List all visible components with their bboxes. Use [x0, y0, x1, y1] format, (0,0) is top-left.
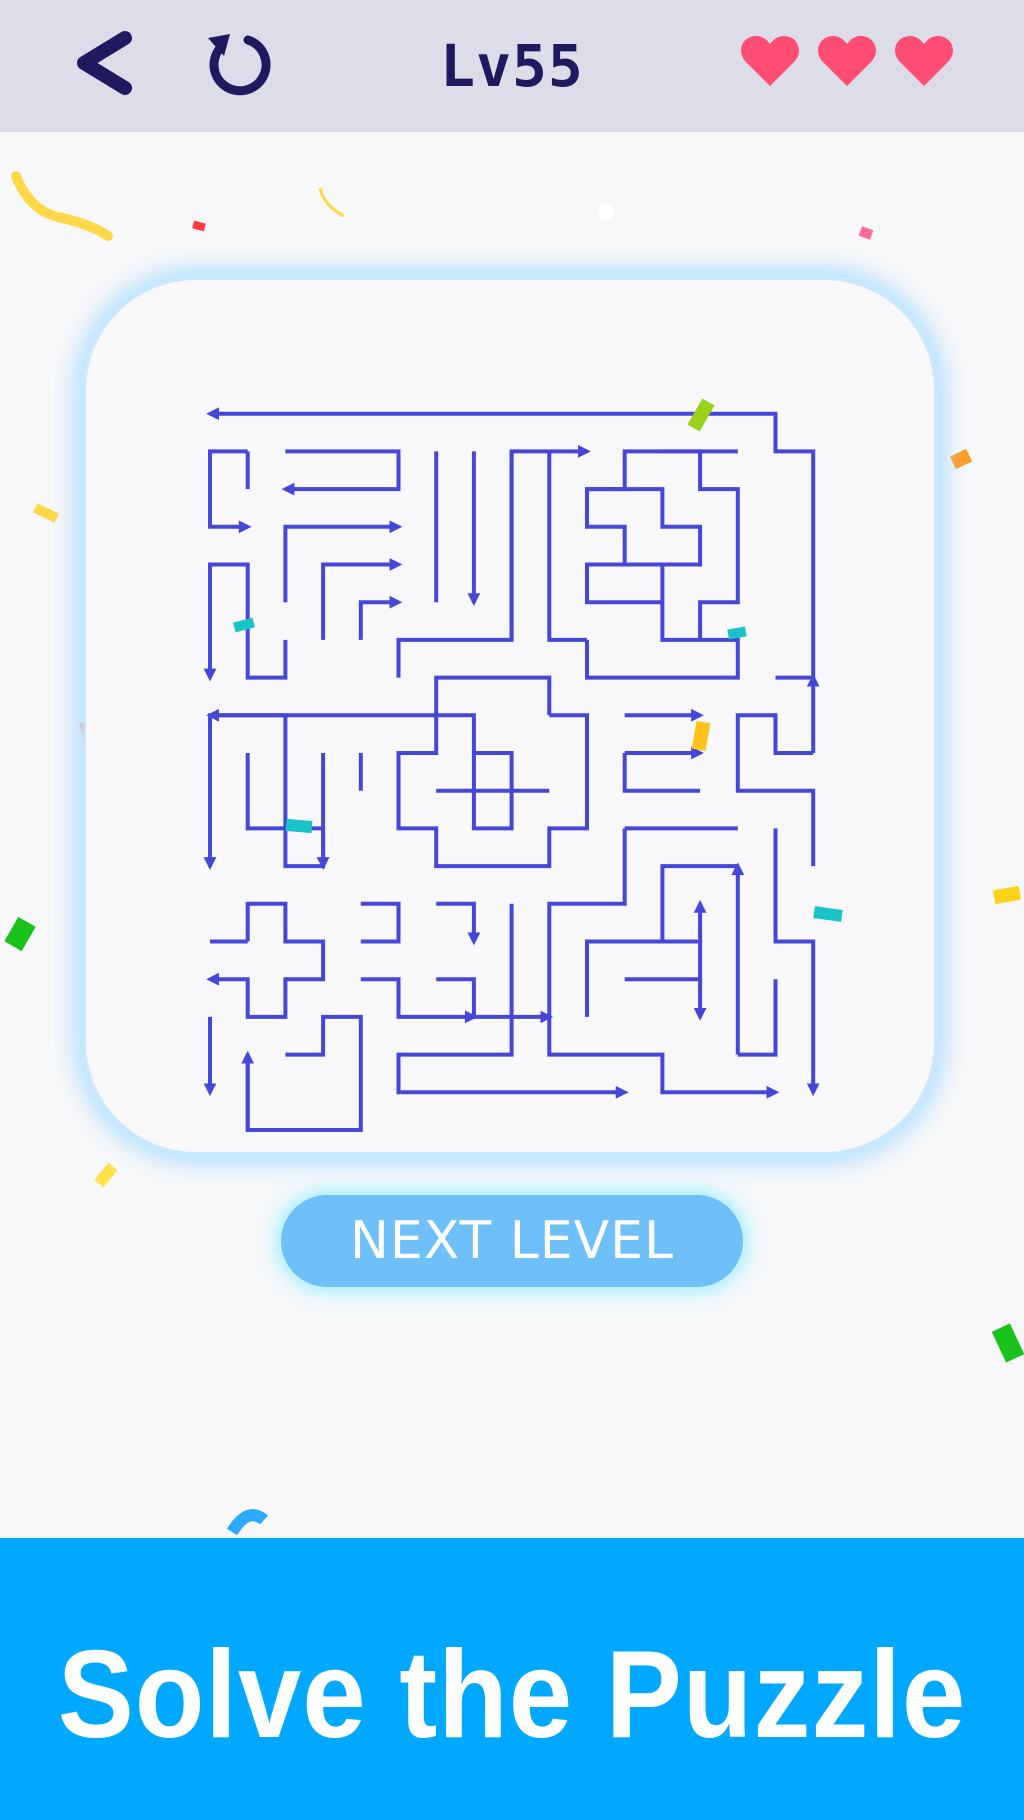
- maze-arrow-path[interactable]: [206, 901, 326, 1019]
- maze-wall-path[interactable]: [245, 1014, 363, 1132]
- maze-arrow-path[interactable]: [281, 449, 401, 496]
- maze-board: [86, 280, 934, 1152]
- maze-wall-path[interactable]: [245, 713, 326, 869]
- maze-wall-path[interactable]: [585, 487, 740, 680]
- confetti-piece: [691, 720, 711, 752]
- confetti-piece: [285, 818, 313, 834]
- top-bar: Lv55: [0, 0, 1024, 132]
- maze-arrow-path[interactable]: [773, 828, 820, 1097]
- maze-wall-path[interactable]: [360, 901, 401, 944]
- lives-indicator: [740, 32, 960, 92]
- confetti-piece: [813, 906, 843, 922]
- maze-arrow-path[interactable]: [436, 977, 554, 1024]
- heart-icon: [741, 36, 799, 86]
- maze-arrow-path[interactable]: [206, 675, 552, 722]
- maze-wall-path[interactable]: [737, 979, 778, 1057]
- maze-arrow-path[interactable]: [358, 595, 403, 640]
- promo-banner: Solve the Puzzle: [0, 1538, 1024, 1820]
- confetti-piece: [233, 617, 255, 633]
- heart-icon: [895, 36, 953, 86]
- maze-wall-path[interactable]: [622, 753, 701, 793]
- next-level-button[interactable]: NEXT LEVEL: [281, 1195, 743, 1287]
- maze-wall-path[interactable]: [773, 413, 816, 680]
- maze-arrow-path[interactable]: [436, 901, 481, 946]
- maze-wall-path[interactable]: [396, 451, 514, 678]
- heart-icon: [818, 36, 876, 86]
- maze-wall-path[interactable]: [587, 449, 663, 492]
- maze-arrow-path[interactable]: [360, 977, 478, 1024]
- confetti-piece: [727, 626, 747, 640]
- maze-arrow-path[interactable]: [203, 713, 248, 870]
- maze[interactable]: [86, 280, 934, 1152]
- banner-title: Solve the Puzzle: [57, 1626, 967, 1764]
- maze-wall-path[interactable]: [436, 753, 514, 831]
- maze-arrow-path[interactable]: [208, 449, 252, 534]
- maze-wall-path[interactable]: [624, 864, 738, 944]
- maze-arrow-path[interactable]: [396, 903, 629, 1099]
- maze-wall-path[interactable]: [547, 451, 587, 642]
